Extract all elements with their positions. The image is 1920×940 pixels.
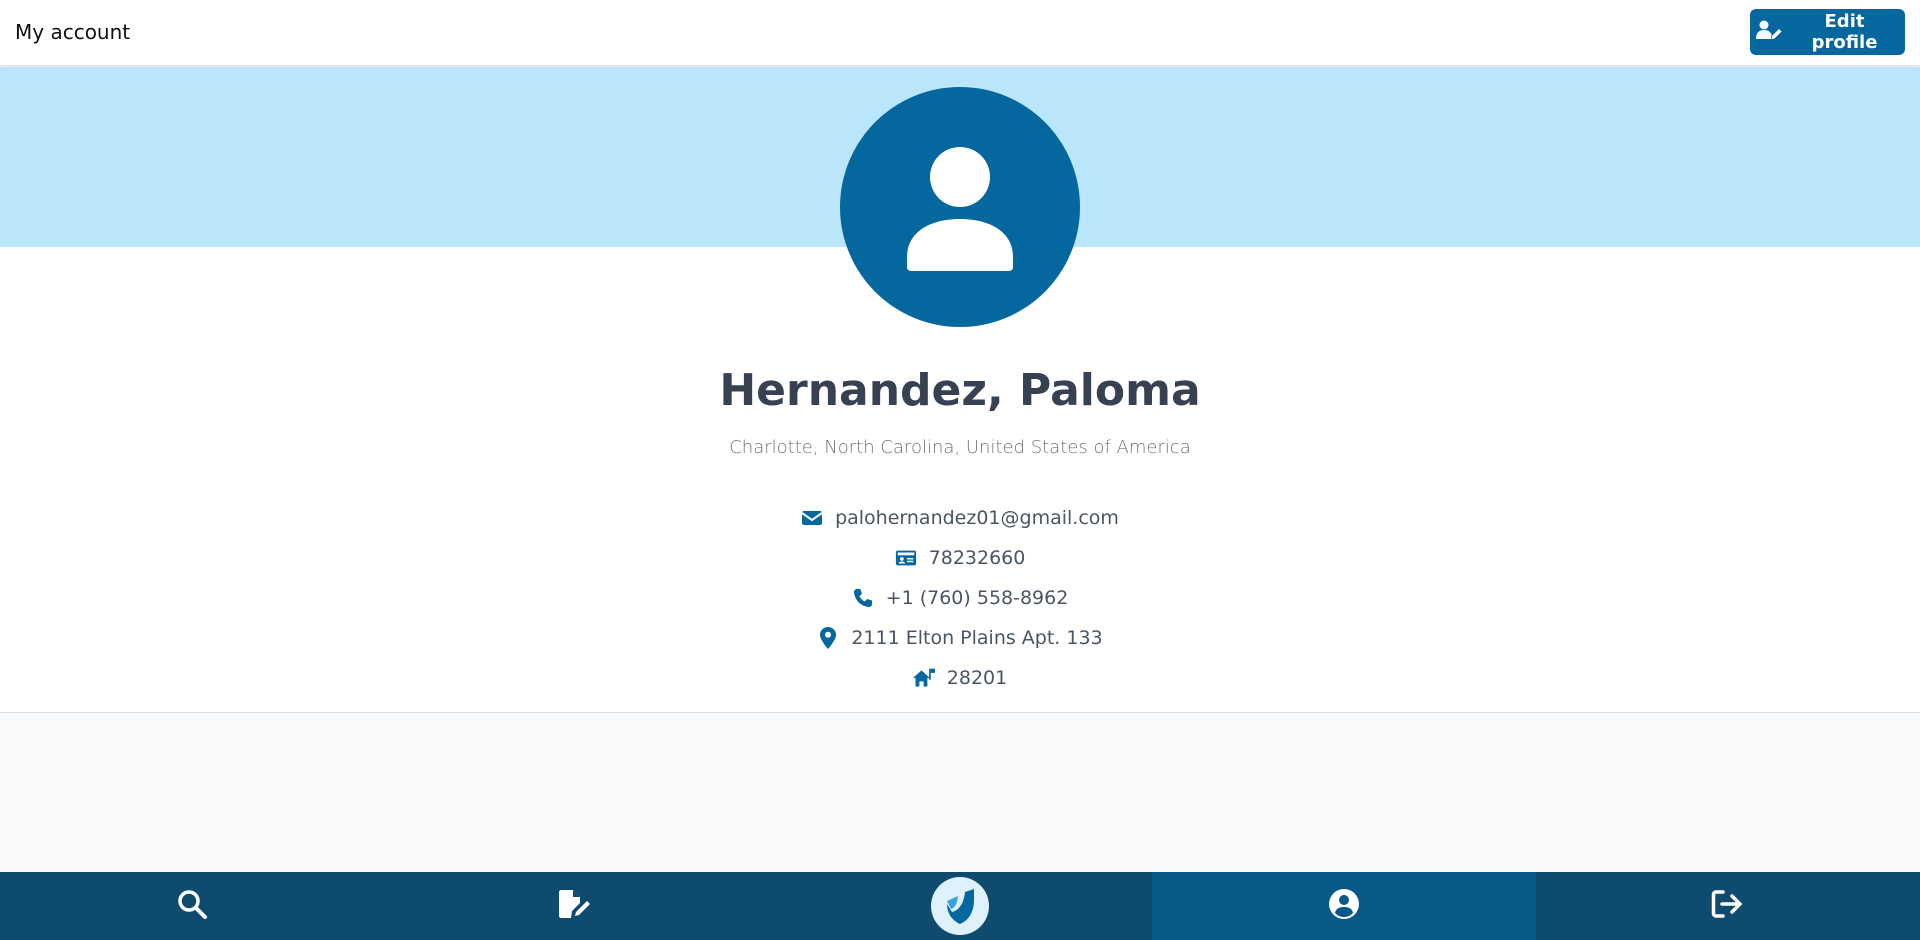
- avatar: [840, 87, 1080, 327]
- zip-text: 28201: [946, 667, 1008, 689]
- email-row: palohernandez01@gmail.com: [0, 502, 1920, 534]
- edit-profile-label: Edit profile: [1811, 11, 1878, 53]
- nav-profile[interactable]: [1152, 872, 1536, 940]
- page-title: My account: [15, 20, 131, 44]
- id-row: 78232660: [0, 542, 1920, 574]
- document-edit-icon: [558, 888, 594, 924]
- user-pen-icon: [1756, 20, 1782, 45]
- nav-logout[interactable]: [1536, 872, 1920, 940]
- edit-profile-button[interactable]: Edit profile: [1750, 9, 1905, 55]
- email-text: palohernandez01@gmail.com: [835, 507, 1119, 529]
- phone-text: +1 (760) 558-8962: [885, 587, 1069, 609]
- phone-row: +1 (760) 558-8962: [0, 582, 1920, 614]
- nav-documents[interactable]: [384, 872, 768, 940]
- search-icon: [176, 888, 208, 924]
- id-card-icon: [895, 549, 917, 567]
- nav-search[interactable]: [0, 872, 384, 940]
- profile-name: Hernandez, Paloma: [719, 365, 1201, 416]
- nav-home-logo[interactable]: [768, 872, 1152, 940]
- zip-row: 28201: [0, 662, 1920, 694]
- user-silhouette-icon: [907, 147, 1013, 271]
- bottom-navigation: [0, 872, 1920, 940]
- logout-icon: [1711, 889, 1745, 923]
- envelope-icon: [801, 509, 823, 527]
- top-bar: My account Edit profile: [0, 0, 1920, 66]
- user-circle-icon: [1328, 888, 1360, 924]
- house-flag-icon: [912, 667, 935, 689]
- phone-icon: [852, 588, 874, 608]
- app-logo-icon: [931, 877, 989, 935]
- id-number-text: 78232660: [928, 547, 1026, 569]
- map-pin-icon: [817, 627, 839, 649]
- profile-location: Charlotte, North Carolina, United States…: [729, 437, 1191, 458]
- address-row: 2111 Elton Plains Apt. 133: [0, 622, 1920, 654]
- address-text: 2111 Elton Plains Apt. 133: [851, 627, 1103, 649]
